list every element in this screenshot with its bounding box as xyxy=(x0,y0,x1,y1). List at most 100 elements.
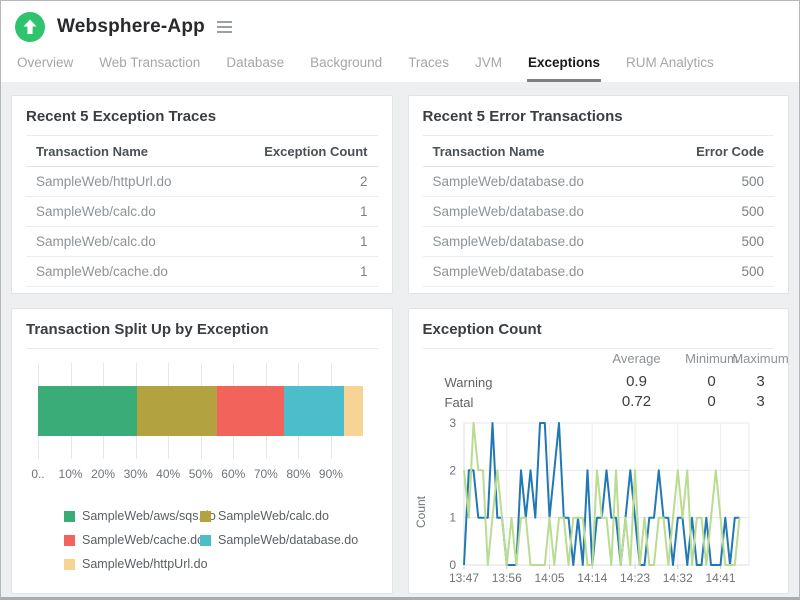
legend-swatch-icon xyxy=(64,511,75,522)
line-chart-legend: Warning Fatal xyxy=(409,593,789,594)
stats-value: 0.72 xyxy=(622,393,651,410)
error-transactions-table: Transaction NameError Code SampleWeb/data… xyxy=(423,136,775,294)
stats-value: 0.9 xyxy=(626,373,647,390)
stats-col-header-maximum: Maximum xyxy=(732,351,788,366)
bar-x-axis-labels: 0..10%20%30%40%50%60%70%80%90% xyxy=(38,467,364,485)
chart-axis-text: 13:47 xyxy=(448,571,478,585)
tab-traces[interactable]: Traces xyxy=(407,53,450,82)
bar-segment-sampleweb-calc-do[interactable] xyxy=(137,386,217,436)
transaction-name-cell: SampleWeb/cache.do xyxy=(26,264,360,279)
bar-x-tick-label: 0.. xyxy=(31,467,44,481)
legend-item-sampleweb-cache-do[interactable]: SampleWeb/cache.do xyxy=(64,533,194,547)
col-header-value: Error Code xyxy=(696,144,774,159)
panel-title: Recent 5 Error Transactions xyxy=(409,96,789,135)
panel-recent-exception-traces: Recent 5 Exception Traces Transaction Na… xyxy=(11,95,393,294)
legend-item-sampleweb-aws-sqs-do[interactable]: SampleWeb/aws/sqs.do xyxy=(64,509,194,523)
value-cell: 500 xyxy=(741,264,774,279)
table-row: SampleWeb/httpUrl.do2 xyxy=(26,167,378,197)
stacked-bar-chart xyxy=(38,363,364,459)
transaction-name-cell: SampleWeb/calc.do xyxy=(26,204,360,219)
bar-x-tick-label: 80% xyxy=(286,467,310,481)
stacked-bar xyxy=(38,386,364,436)
bar-x-tick-label: 30% xyxy=(124,467,148,481)
legend-item-fatal[interactable]: Fatal xyxy=(619,593,668,594)
value-cell: 1 xyxy=(360,204,378,219)
header: Websphere-App OverviewWeb TransactionDat… xyxy=(1,1,799,82)
value-cell: 2 xyxy=(360,174,378,189)
tab-exceptions[interactable]: Exceptions xyxy=(527,53,601,82)
bar-segment-sampleweb-aws-sqs-do[interactable] xyxy=(38,386,137,436)
stats-col-header-minimum: Minimum xyxy=(685,351,738,366)
bar-x-tick-label: 70% xyxy=(254,467,278,481)
exception-count-line-chart: 012313:4713:5614:0514:1414:2314:3214:41C… xyxy=(409,417,789,592)
col-header-transaction-name: Transaction Name xyxy=(26,144,264,159)
table-row: SampleWeb/database.do500 xyxy=(423,287,775,294)
chart-axis-text: 14:05 xyxy=(534,571,564,585)
panel-title: Exception Count xyxy=(409,309,789,348)
value-cell: 1 xyxy=(360,264,378,279)
app-window: Websphere-App OverviewWeb TransactionDat… xyxy=(0,0,800,600)
value-cell: 500 xyxy=(741,174,774,189)
tab-rum-analytics[interactable]: RUM Analytics xyxy=(625,53,715,82)
bar-x-tick-label: 50% xyxy=(189,467,213,481)
stats-row-label: Warning xyxy=(445,375,493,390)
stats-row-fatal: Fatal0.7203 xyxy=(409,393,789,413)
table-row: SampleWeb/database.do1 xyxy=(26,287,378,294)
bar-segment-sampleweb-cache-do[interactable] xyxy=(217,386,284,436)
table-header-row: Transaction NameException Count xyxy=(26,136,378,167)
up-arrow-glyph xyxy=(15,12,45,42)
bar-segment-sampleweb-database-do[interactable] xyxy=(284,386,344,436)
legend-item-warning[interactable]: Warning xyxy=(529,593,597,594)
stats-header-row: Average MinimumMaximum xyxy=(409,351,789,373)
col-header-value: Exception Count xyxy=(264,144,377,159)
chart-axis-text: 1 xyxy=(449,511,456,525)
legend-item-sampleweb-database-do[interactable]: SampleWeb/database.do xyxy=(200,533,392,547)
table-row: SampleWeb/database.do500 xyxy=(423,227,775,257)
stats-value: 3 xyxy=(756,373,764,390)
tab-overview[interactable]: Overview xyxy=(16,53,74,82)
legend-label: Fatal xyxy=(639,593,668,594)
legend-label: SampleWeb/cache.do xyxy=(82,533,204,547)
chart-axis-text: 13:56 xyxy=(491,571,521,585)
tab-database[interactable]: Database xyxy=(225,53,285,82)
table-row: SampleWeb/database.do500 xyxy=(423,257,775,287)
transaction-name-cell: SampleWeb/database.do xyxy=(423,264,742,279)
bar-chart-legend: SampleWeb/aws/sqs.do SampleWeb/calc.do Sam… xyxy=(64,509,392,571)
bar-x-tick-label: 40% xyxy=(156,467,180,481)
status-up-icon xyxy=(15,12,45,42)
bar-x-tick-label: 60% xyxy=(221,467,245,481)
tab-web-transaction[interactable]: Web Transaction xyxy=(98,53,201,82)
legend-item-sampleweb-calc-do[interactable]: SampleWeb/calc.do xyxy=(200,509,392,523)
panel-title: Transaction Split Up by Exception xyxy=(12,309,392,348)
legend-swatch-icon xyxy=(200,535,211,546)
chart-axis-text: 14:41 xyxy=(705,571,735,585)
table-row: SampleWeb/calc.do1 xyxy=(26,227,378,257)
tab-jvm[interactable]: JVM xyxy=(474,53,503,82)
stats-col-header-average: Average xyxy=(612,351,660,366)
legend-item-sampleweb-httpurl-do[interactable]: SampleWeb/httpUrl.do xyxy=(64,557,194,571)
transaction-name-cell: SampleWeb/database.do xyxy=(423,234,742,249)
exception-traces-table: Transaction NameException CountSampleWeb… xyxy=(26,136,378,294)
legend-swatch-icon xyxy=(64,535,75,546)
divider xyxy=(26,348,378,349)
table-row: SampleWeb/calc.do1 xyxy=(26,197,378,227)
chart-axis-text: 14:23 xyxy=(619,571,649,585)
hamburger-menu-icon[interactable] xyxy=(215,15,234,39)
bar-x-tick-label: 10% xyxy=(59,467,83,481)
fatal-series-line xyxy=(464,423,740,565)
legend-label: Warning xyxy=(549,593,597,594)
chart-axis-text: 3 xyxy=(449,417,456,430)
col-header-transaction-name: Transaction Name xyxy=(423,144,697,159)
legend-label: SampleWeb/calc.do xyxy=(218,509,329,523)
legend-label: SampleWeb/httpUrl.do xyxy=(82,557,208,571)
tab-bar: Overview Web Transaction Database Backgroun… xyxy=(15,44,785,82)
tab-background[interactable]: Background xyxy=(309,53,383,82)
transaction-name-cell: SampleWeb/calc.do xyxy=(26,234,360,249)
table-row: SampleWeb/database.do500 xyxy=(423,197,775,227)
stats-row-warning: Warning0.903 xyxy=(409,373,789,393)
table-header-row: Transaction NameError Code xyxy=(423,136,775,167)
bar-x-tick-label: 90% xyxy=(319,467,343,481)
bar-segment-sampleweb-httpurl-do[interactable] xyxy=(344,386,364,436)
chart-axis-text: 14:32 xyxy=(662,571,692,585)
stats-row-label: Fatal xyxy=(445,395,474,410)
